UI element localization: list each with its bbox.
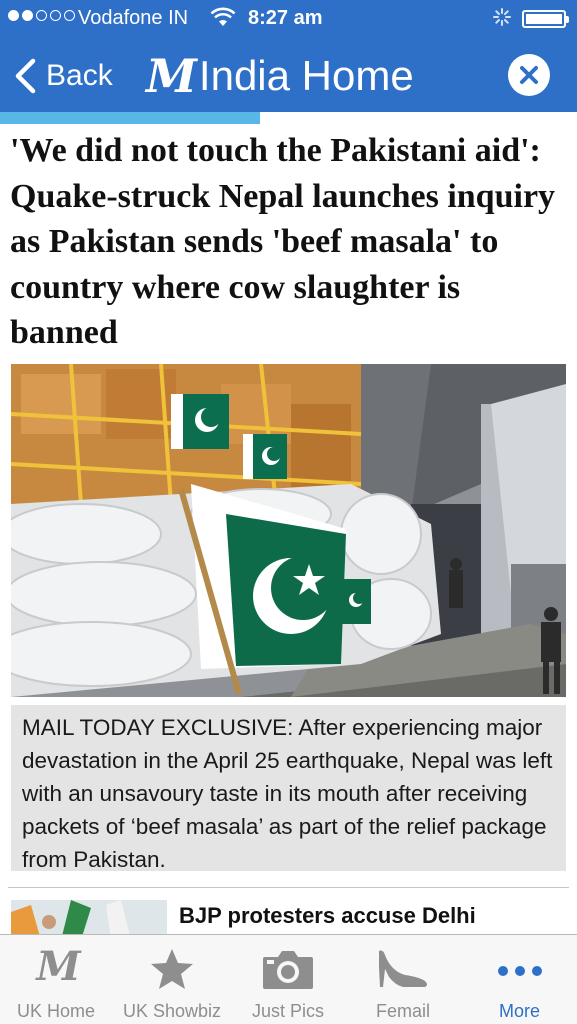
tab-uk-home[interactable]: M UK Home <box>0 935 112 1024</box>
tab-label: Just Pics <box>251 1001 325 1021</box>
page-title: India Home <box>198 52 414 99</box>
tab-just-pics[interactable]: Just Pics <box>232 935 344 1024</box>
back-button[interactable]: Back <box>12 52 113 100</box>
dailymail-logo-icon: M <box>146 49 197 103</box>
related-article-item[interactable]: BJP protesters accuse Delhi <box>11 900 566 936</box>
signal-strength-icon <box>8 10 75 21</box>
tab-more[interactable]: More <box>462 935 577 1024</box>
carrier-name: Vodafone IN <box>78 7 189 29</box>
battery-icon <box>522 10 569 28</box>
related-article-title: BJP protesters accuse Delhi <box>179 903 476 928</box>
section-divider <box>8 887 569 888</box>
status-bar: Vodafone IN 8:27 am <box>0 0 577 40</box>
navigation-bar: Back M India Home <box>0 40 577 112</box>
tab-uk-showbiz[interactable]: UK Showbiz <box>112 935 232 1024</box>
tab-label: UK Showbiz <box>122 1001 222 1021</box>
tab-bar: M UK Home UK Showbiz Just Pics Femail Mo… <box>0 934 577 1024</box>
back-label: Back <box>46 59 113 92</box>
more-dots-icon <box>497 966 542 976</box>
dailymail-logo-icon: M <box>36 943 80 990</box>
clock: 8:27 am <box>248 7 323 29</box>
tab-label: Femail <box>375 1001 430 1021</box>
reading-progress-fill <box>0 112 260 124</box>
site-logo: M India Home <box>146 49 414 103</box>
caption-text: MAIL TODAY EXCLUSIVE: After experiencing… <box>22 715 553 872</box>
wifi-icon <box>210 7 236 26</box>
image-caption: MAIL TODAY EXCLUSIVE: After experiencing… <box>11 705 566 872</box>
related-article-thumbnail <box>11 900 167 936</box>
high-heel-icon <box>379 950 427 987</box>
close-icon <box>520 66 538 84</box>
chevron-left-icon <box>15 58 36 94</box>
tab-label: More <box>498 1001 540 1021</box>
tab-femail[interactable]: Femail <box>344 935 462 1024</box>
tab-label: UK Home <box>16 1001 96 1021</box>
close-button[interactable] <box>508 54 550 96</box>
article-hero-image[interactable] <box>11 364 566 697</box>
reading-progress-bar <box>0 112 577 124</box>
article-headline: 'We did not touch the Pakistani aid': Qu… <box>10 132 556 351</box>
relief-cargo-photo <box>11 364 566 697</box>
activity-spinner-icon <box>493 8 511 26</box>
camera-icon <box>263 951 313 989</box>
star-icon <box>151 949 193 989</box>
